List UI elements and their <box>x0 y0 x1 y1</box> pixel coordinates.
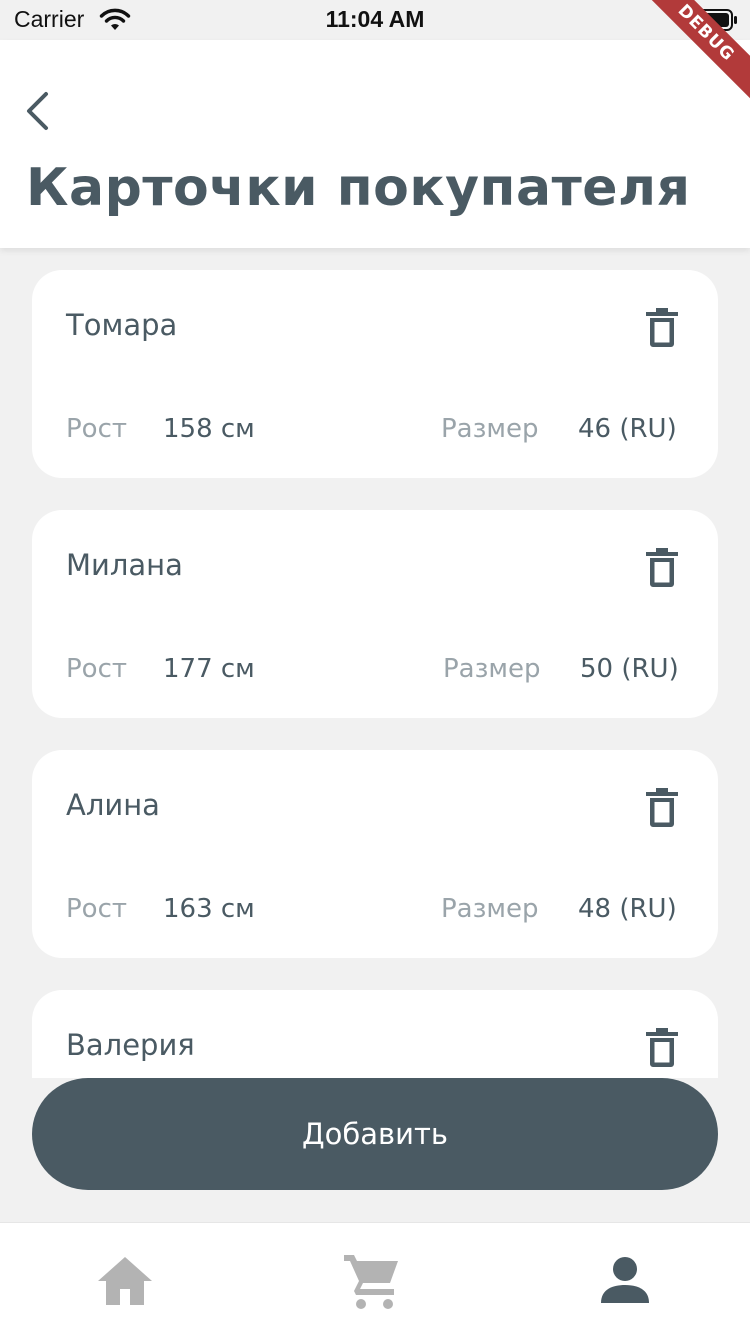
height-value: 163 см <box>163 894 255 924</box>
height-value: 158 см <box>163 414 255 444</box>
size-value: 46 (RU) <box>578 414 677 444</box>
customer-card[interactable]: Милана Рост 177 см Размер 50 (RU) <box>32 510 718 718</box>
height-label: Рост <box>66 654 128 684</box>
size-value: 50 (RU) <box>580 654 679 684</box>
size-label: Размер <box>441 894 539 924</box>
add-button[interactable]: Добавить <box>32 1078 718 1190</box>
trash-icon[interactable] <box>644 308 680 348</box>
size-label: Размер <box>443 654 541 684</box>
status-time: 11:04 AM <box>325 6 425 32</box>
app-bar: Карточки покупателя <box>0 40 750 248</box>
trash-icon[interactable] <box>644 788 680 828</box>
trash-icon[interactable] <box>644 1028 680 1068</box>
customer-name: Милана <box>66 548 183 582</box>
person-icon[interactable] <box>595 1251 655 1311</box>
cart-icon[interactable] <box>342 1251 402 1311</box>
bottom-nav <box>0 1222 750 1334</box>
size-value: 48 (RU) <box>578 894 677 924</box>
trash-icon[interactable] <box>644 548 680 588</box>
page-title: Карточки покупателя <box>26 158 691 218</box>
status-bar: Carrier 11:04 AM <box>0 0 750 40</box>
customer-card[interactable]: Алина Рост 163 см Размер 48 (RU) <box>32 750 718 958</box>
customer-card[interactable]: Валерия <box>32 990 718 1078</box>
home-icon[interactable] <box>95 1251 155 1311</box>
height-label: Рост <box>66 894 128 924</box>
customer-name: Валерия <box>66 1028 195 1062</box>
customer-name: Алина <box>66 788 160 822</box>
back-arrow-icon[interactable] <box>18 88 58 134</box>
customer-card-list[interactable]: Томара Рост 158 см Размер 46 (RU) Милана… <box>0 248 750 1078</box>
size-label: Размер <box>441 414 539 444</box>
height-value: 177 см <box>163 654 255 684</box>
customer-name: Томара <box>66 308 178 342</box>
height-label: Рост <box>66 414 128 444</box>
customer-card[interactable]: Томара Рост 158 см Размер 46 (RU) <box>32 270 718 478</box>
